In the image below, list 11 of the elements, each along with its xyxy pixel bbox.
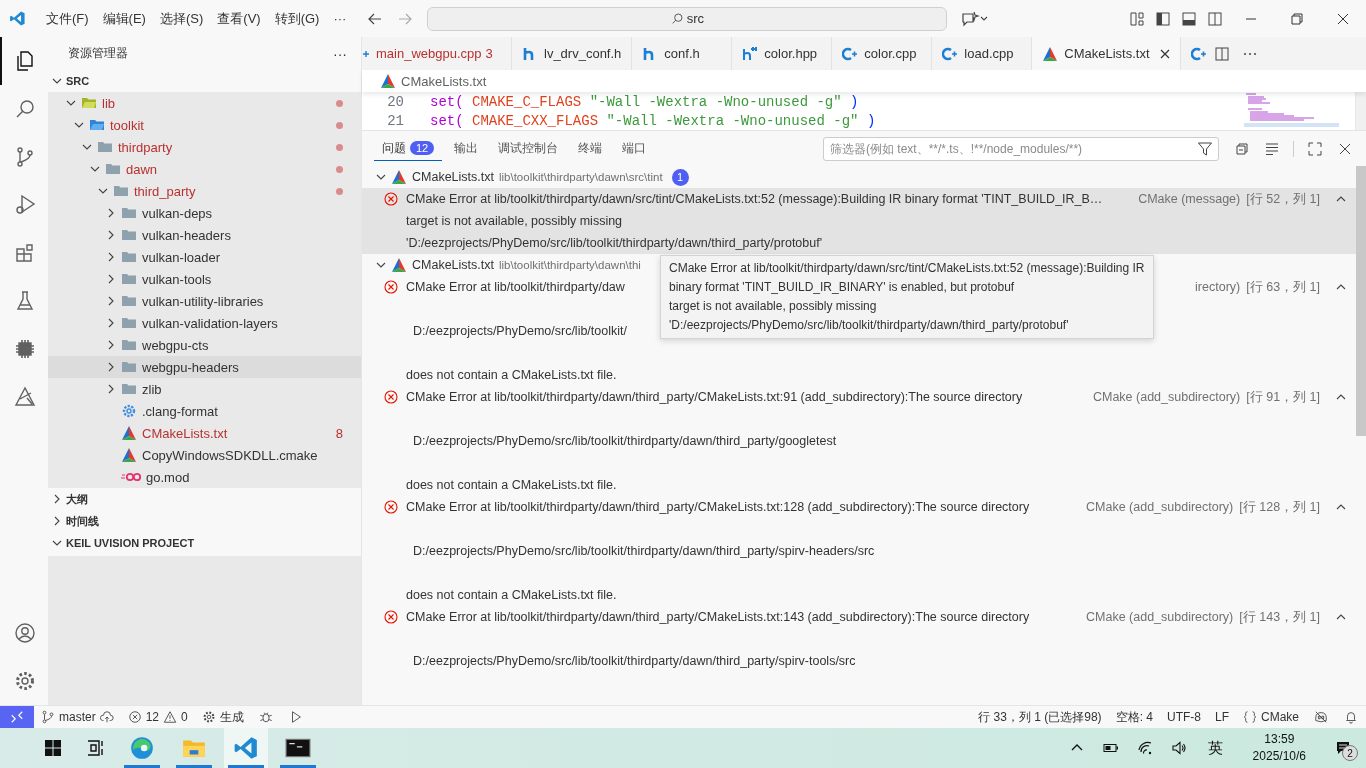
count-badge: 1: [671, 168, 689, 186]
tooltip-text: 'D:/eezprojects/PhyDemo/src/lib/toolkit/thirdparty/dawn/third_party/protobuf': [669, 317, 1070, 334]
line-number: 20: [386, 93, 405, 110]
line-number: 21: [386, 112, 405, 129]
code-line: set( CMAKE_CXX_FLAGS "-Wall -Wextra -Wno-unused -g" ): [430, 112, 876, 129]
sidebar-title: 资源管理器: [68, 46, 128, 61]
tooltip-text: target is not available, possibly missing: [669, 298, 878, 315]
tooltip-text: binary format 'TINT_BUILD_IR_BINARY' is enabled, but protobuf: [669, 279, 1016, 296]
code-line: set( CMAKE_C_FLAGS "-Wall -Wextra -Wno-unused -g" ): [430, 93, 859, 110]
tooltip-text: CMake Error at lib/toolkit/thirdparty/dawn/src/tint/CMakeLists.txt:52 (message):Building IR: [669, 260, 1145, 277]
problem-count: 8: [335, 425, 343, 441]
